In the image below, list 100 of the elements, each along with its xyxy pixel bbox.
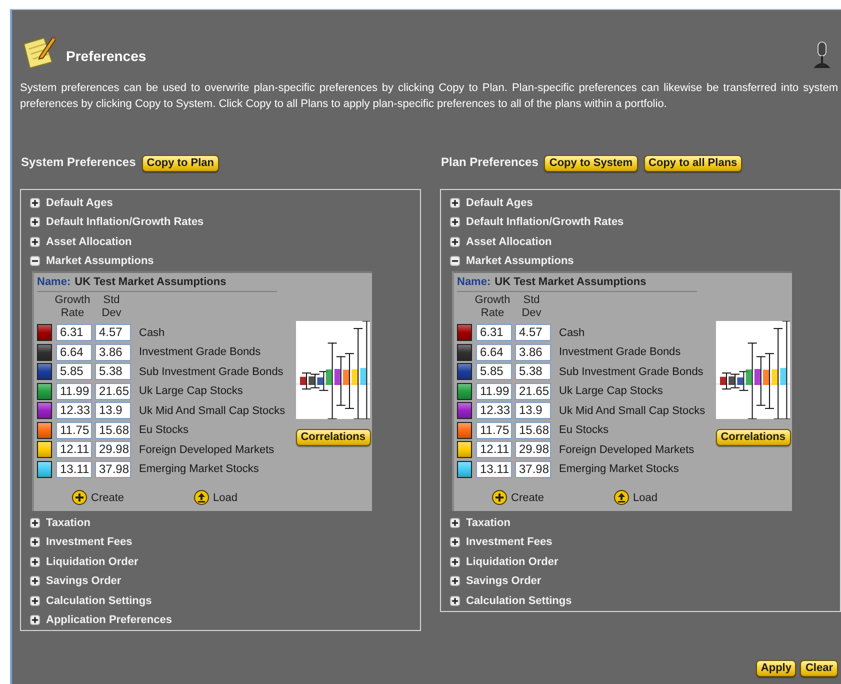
section-header[interactable]: Default Ages (466, 196, 533, 209)
std-dev-field[interactable]: 13.9 (95, 402, 131, 420)
expand-icon[interactable] (30, 596, 40, 606)
section-header[interactable]: Calculation Settings (466, 594, 572, 607)
std-dev-field[interactable]: 4.57 (95, 324, 131, 342)
expand-icon[interactable] (30, 576, 40, 586)
std-dev-field[interactable]: 4.57 (515, 324, 551, 342)
load-button[interactable]: Load (614, 490, 658, 505)
color-swatch[interactable] (37, 344, 52, 361)
std-dev-field[interactable]: 29.98 (95, 441, 131, 458)
collapse-icon[interactable] (30, 256, 40, 266)
section-header[interactable]: Asset Allocation (466, 236, 552, 248)
color-swatch[interactable] (457, 422, 472, 439)
color-swatch[interactable] (37, 363, 52, 380)
expand-icon[interactable] (450, 537, 460, 548)
color-swatch[interactable] (457, 363, 472, 380)
color-swatch[interactable] (37, 324, 52, 342)
std-dev-field[interactable]: 5.38 (515, 363, 551, 380)
color-swatch[interactable] (457, 324, 472, 342)
section-header[interactable]: Default Inflation/Growth Rates (46, 216, 204, 228)
copy-button[interactable]: Copy to System (544, 154, 638, 172)
color-swatch[interactable] (457, 344, 472, 361)
expand-icon[interactable] (30, 217, 40, 228)
color-swatch[interactable] (457, 382, 472, 400)
growth-rate-field[interactable]: 6.31 (56, 324, 92, 342)
growth-rate-field[interactable]: 6.64 (476, 344, 512, 361)
growth-rate-field[interactable]: 5.85 (476, 363, 512, 380)
std-dev-field[interactable]: 5.38 (95, 363, 131, 380)
copy-button[interactable]: Copy to all Plans (644, 154, 742, 172)
color-swatch[interactable] (37, 422, 52, 439)
section-header[interactable]: Application Preferences (46, 614, 172, 626)
expand-icon[interactable] (450, 236, 460, 247)
growth-rate-field[interactable]: 11.75 (56, 422, 92, 439)
create-button[interactable]: Create (492, 490, 544, 505)
expand-icon[interactable] (450, 217, 460, 228)
growth-rate-field[interactable]: 12.33 (476, 402, 512, 420)
expand-icon[interactable] (30, 556, 40, 567)
footer-button[interactable]: Apply (756, 660, 796, 677)
correlations-button[interactable]: Correlations (716, 429, 791, 446)
section-header[interactable]: Investment Fees (46, 536, 132, 548)
growth-rate-field[interactable]: 6.31 (476, 324, 512, 342)
growth-rate-field[interactable]: 12.33 (56, 402, 92, 420)
load-button[interactable]: Load (194, 490, 238, 505)
column-header: Growth Rate (54, 294, 91, 321)
section-header[interactable]: Market Assumptions (46, 255, 154, 268)
expand-icon[interactable] (450, 198, 460, 208)
growth-rate-field[interactable]: 11.99 (476, 382, 512, 400)
copy-button[interactable]: Copy to Plan (142, 154, 219, 172)
std-dev-field[interactable]: 37.98 (515, 460, 551, 478)
expand-icon[interactable] (450, 556, 460, 567)
growth-rate-field[interactable]: 12.11 (476, 441, 512, 458)
expand-icon[interactable] (30, 518, 40, 528)
color-swatch[interactable] (37, 460, 52, 478)
section-header[interactable]: Market Assumptions (466, 255, 574, 268)
std-dev-field[interactable]: 15.68 (515, 422, 551, 439)
std-dev-field[interactable]: 15.68 (95, 422, 131, 439)
std-dev-field[interactable]: 13.9 (515, 402, 551, 420)
color-swatch[interactable] (457, 441, 472, 458)
correlations-button[interactable]: Correlations (296, 429, 371, 446)
section-header[interactable]: Liquidation Order (46, 556, 138, 568)
color-swatch[interactable] (37, 382, 52, 400)
section-header[interactable]: Liquidation Order (466, 556, 558, 568)
std-dev-field[interactable]: 3.86 (515, 344, 551, 361)
expand-icon[interactable] (30, 236, 40, 247)
color-swatch[interactable] (37, 441, 52, 458)
section-header[interactable]: Investment Fees (466, 536, 552, 548)
expand-icon[interactable] (450, 576, 460, 586)
section-header[interactable]: Taxation (46, 516, 90, 529)
expand-icon[interactable] (30, 537, 40, 548)
section-header[interactable]: Asset Allocation (46, 236, 132, 248)
section-header[interactable]: Savings Order (466, 575, 542, 588)
collapse-icon[interactable] (450, 256, 460, 266)
std-dev-field[interactable]: 29.98 (515, 441, 551, 458)
growth-rate-field[interactable]: 12.11 (56, 441, 92, 458)
section-header[interactable]: Default Ages (46, 196, 113, 209)
growth-rate-field[interactable]: 5.85 (56, 363, 92, 380)
microphone-icon[interactable] (813, 41, 831, 69)
growth-rate-field[interactable]: 6.64 (56, 344, 92, 361)
std-dev-field[interactable]: 3.86 (95, 344, 131, 361)
color-swatch[interactable] (37, 402, 52, 420)
section-header[interactable]: Default Inflation/Growth Rates (466, 216, 624, 228)
footer-button[interactable]: Clear (800, 660, 838, 677)
section-header[interactable]: Calculation Settings (46, 594, 152, 607)
color-swatch[interactable] (457, 460, 472, 478)
std-dev-field[interactable]: 21.65 (95, 382, 131, 400)
expand-icon[interactable] (30, 198, 40, 208)
expand-icon[interactable] (450, 518, 460, 528)
growth-rate-field[interactable]: 11.99 (56, 382, 92, 400)
std-dev-field[interactable]: 37.98 (95, 460, 131, 478)
section-header[interactable]: Savings Order (46, 575, 122, 588)
std-dev-field[interactable]: 21.65 (515, 382, 551, 400)
growth-rate-field[interactable]: 13.11 (56, 460, 92, 478)
section-header[interactable]: Taxation (466, 516, 510, 529)
create-button[interactable]: Create (72, 490, 124, 505)
expand-icon[interactable] (30, 615, 40, 626)
growth-rate-field[interactable]: 13.11 (476, 460, 512, 478)
expand-icon[interactable] (450, 596, 460, 606)
color-swatch[interactable] (457, 402, 472, 420)
asset-name: Foreign Developed Markets (139, 444, 274, 456)
growth-rate-field[interactable]: 11.75 (476, 422, 512, 439)
